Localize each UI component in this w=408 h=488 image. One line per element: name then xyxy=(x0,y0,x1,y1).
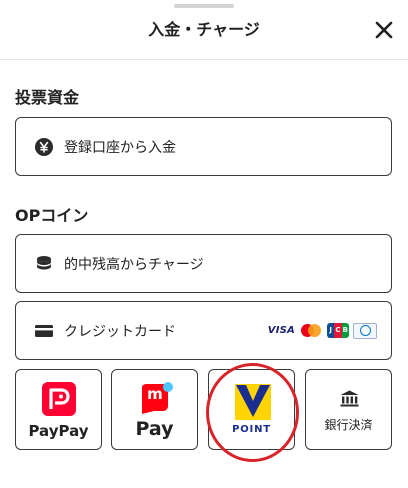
merpay-label: Pay xyxy=(135,418,174,440)
highlight-annotation-circle xyxy=(206,363,299,462)
yen-coin-icon xyxy=(35,137,53,156)
deposit-button-label: 登録口座から入金 xyxy=(64,139,176,156)
merpay-logo-letter: m xyxy=(147,385,163,403)
section-title-op-coin: OPコイン xyxy=(15,206,89,225)
coin-stack-icon xyxy=(37,255,51,269)
diners-club-logo-icon xyxy=(353,322,377,339)
sheet-grabber[interactable] xyxy=(174,4,234,8)
jcb-letter-j: J xyxy=(327,323,335,338)
bank-icon xyxy=(340,390,359,407)
merpay-button[interactable]: m Pay xyxy=(111,369,198,450)
page-title: 入金・チャージ xyxy=(148,20,260,39)
jcb-logo: J C B xyxy=(327,323,349,338)
card-brand-logos: VISA J C B xyxy=(267,322,377,339)
visa-logo: VISA xyxy=(267,325,295,336)
credit-card-label: クレジットカード xyxy=(64,323,176,340)
deposit-from-account-button[interactable]: 登録口座から入金 xyxy=(15,117,392,176)
paypay-button[interactable]: PayPay xyxy=(15,369,102,450)
close-icon[interactable] xyxy=(372,18,396,42)
charge-from-winnings-label: 的中残高からチャージ xyxy=(64,256,204,273)
credit-card-icon xyxy=(35,324,53,337)
jcb-letter-b: B xyxy=(341,323,349,338)
paypay-logo-icon xyxy=(42,382,76,416)
bank-payment-button[interactable]: 銀行決済 xyxy=(305,369,392,450)
charge-from-winnings-button[interactable]: 的中残高からチャージ xyxy=(15,234,392,293)
modal-header: 入金・チャージ xyxy=(0,0,408,60)
section-title-betting-funds: 投票資金 xyxy=(15,88,80,107)
bank-payment-label: 銀行決済 xyxy=(324,418,373,432)
jcb-letter-c: C xyxy=(334,323,342,338)
mastercard-logo-icon xyxy=(301,324,321,337)
paypay-label: PayPay xyxy=(28,422,89,440)
credit-card-button[interactable]: クレジットカード VISA J C B xyxy=(15,301,392,360)
